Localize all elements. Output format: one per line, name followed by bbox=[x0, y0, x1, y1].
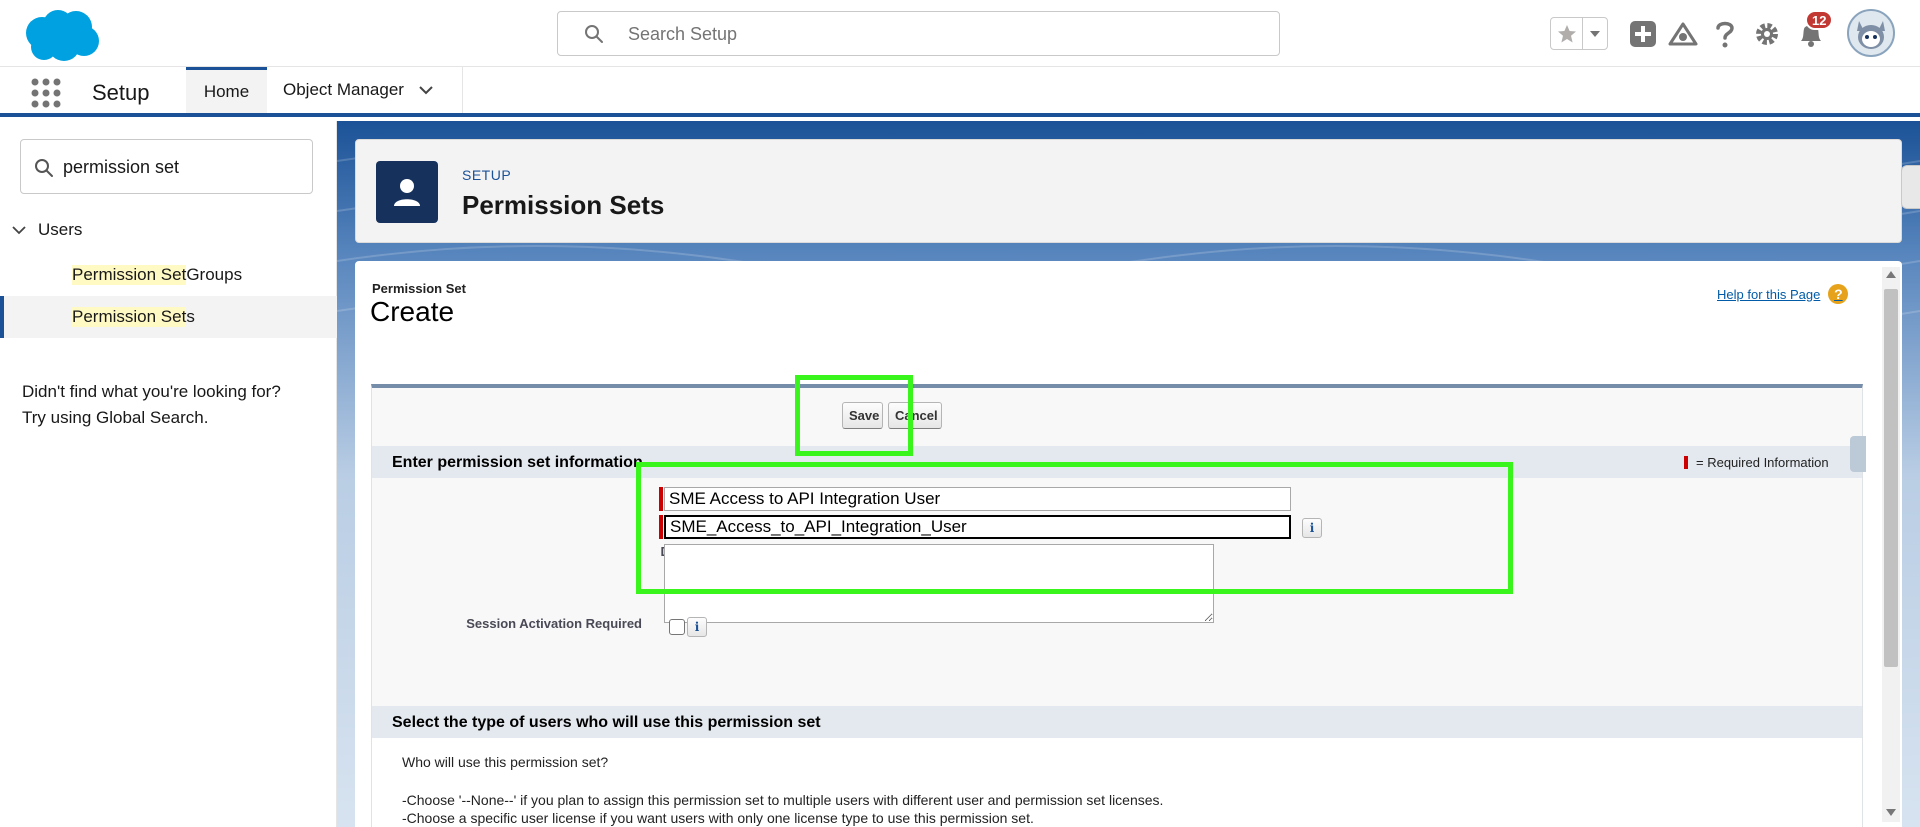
permission-set-form: Save Cancel Enter permission set informa… bbox=[371, 384, 1866, 827]
user-type-section: Who will use this permission set? -Choos… bbox=[372, 738, 1862, 827]
classic-content-frame: Permission Set Create Help for this Page… bbox=[355, 261, 1902, 827]
app-launcher-icon[interactable] bbox=[30, 77, 62, 109]
tab-home[interactable]: Home bbox=[186, 67, 267, 113]
api-name-input[interactable] bbox=[664, 515, 1291, 539]
global-header: 12 bbox=[0, 0, 1920, 67]
cancel-button[interactable]: Cancel bbox=[888, 402, 942, 429]
quick-find-input[interactable] bbox=[63, 154, 293, 180]
user-type-question: Who will use this permission set? bbox=[402, 754, 609, 770]
tree-node-users-label: Users bbox=[38, 220, 83, 239]
search-highlight: Permission Set bbox=[72, 265, 187, 285]
favorites-list-button[interactable] bbox=[1583, 18, 1607, 49]
astro-avatar-icon bbox=[1849, 11, 1893, 55]
scroll-up-arrow[interactable] bbox=[1886, 271, 1896, 278]
section-title: Select the type of users who will use th… bbox=[392, 714, 821, 731]
main-content-area: SETUP Permission Sets Permission Set Cre… bbox=[337, 121, 1920, 827]
trailhead-button[interactable] bbox=[1667, 18, 1699, 50]
search-highlight: Permission Set bbox=[72, 307, 187, 327]
permission-set-page-icon bbox=[376, 161, 438, 223]
user-icon bbox=[394, 179, 420, 206]
required-info-text: = Required Information bbox=[1696, 455, 1829, 470]
description-textarea[interactable] bbox=[664, 544, 1214, 623]
required-info-legend: = Required Information bbox=[1684, 455, 1829, 470]
page-eyebrow: SETUP bbox=[462, 167, 512, 183]
setup-gear-button[interactable] bbox=[1751, 18, 1783, 50]
global-search-box[interactable] bbox=[557, 11, 1280, 56]
search-icon bbox=[35, 159, 53, 177]
user-type-hint: -Choose a specific user license if you w… bbox=[402, 810, 1034, 826]
sidebar-item-label-rest: s bbox=[186, 307, 195, 326]
plus-icon bbox=[1630, 21, 1656, 47]
global-search-input[interactable] bbox=[628, 21, 1228, 47]
page-title: Permission Sets bbox=[462, 190, 665, 220]
side-panel-toggle[interactable] bbox=[1901, 165, 1920, 209]
setup-sidebar: Users Permission Set Groups Permission S… bbox=[0, 121, 337, 827]
button-row: Save Cancel bbox=[372, 388, 1862, 444]
not-found-line: Didn't find what you're looking for? bbox=[22, 382, 281, 401]
help-icon: ? bbox=[1828, 284, 1849, 304]
required-marker bbox=[659, 515, 663, 539]
label-input[interactable] bbox=[664, 487, 1291, 511]
session-activation-checkbox[interactable] bbox=[669, 619, 685, 635]
session-activation-field-label: Session Activation Required bbox=[466, 616, 642, 631]
favorites-button[interactable] bbox=[1551, 18, 1583, 49]
star-icon bbox=[1557, 24, 1576, 42]
section-collapse-tab[interactable] bbox=[1850, 436, 1866, 472]
tree-node-users[interactable]: Users bbox=[12, 220, 82, 240]
info-icon[interactable]: i bbox=[1302, 518, 1322, 538]
gear-icon bbox=[1756, 23, 1778, 45]
user-type-hint: -Choose '--None--' if you plan to assign… bbox=[402, 792, 1164, 808]
salesforce-cloud-logo[interactable] bbox=[20, 7, 102, 63]
chevron-down-icon[interactable] bbox=[12, 225, 26, 235]
chevron-down-icon[interactable] bbox=[418, 85, 434, 95]
favorites-group bbox=[1550, 17, 1608, 50]
scroll-thumb[interactable] bbox=[1884, 289, 1898, 667]
notification-count-badge: 12 bbox=[1805, 10, 1834, 30]
tab-home-label: Home bbox=[203, 81, 250, 101]
info-icon[interactable]: i bbox=[687, 617, 707, 637]
sidebar-item-label-rest: Groups bbox=[186, 265, 243, 284]
section-header-info: Enter permission set information = Requi… bbox=[372, 446, 1862, 478]
trailhead-icon bbox=[1668, 22, 1698, 46]
search-icon bbox=[585, 25, 603, 43]
sidebar-item-permission-set-groups[interactable]: Permission Set Groups bbox=[0, 254, 337, 296]
help-button[interactable] bbox=[1709, 18, 1741, 50]
quick-find-box[interactable] bbox=[20, 139, 313, 194]
global-actions-button[interactable] bbox=[1627, 18, 1659, 50]
chevron-down-icon bbox=[1590, 30, 1600, 37]
avatar[interactable] bbox=[1847, 9, 1895, 57]
section-header-user-type: Select the type of users who will use th… bbox=[372, 706, 1862, 738]
sidebar-item-permission-sets[interactable]: Permission Set s bbox=[0, 296, 337, 338]
content-scrollbar[interactable] bbox=[1882, 267, 1900, 822]
help-link-label: Help for this Page bbox=[1717, 286, 1821, 302]
tab-object-manager[interactable]: Object Manager bbox=[268, 67, 463, 113]
section-title: Enter permission set information bbox=[392, 454, 643, 471]
tab-object-manager-label: Object Manager bbox=[283, 80, 404, 99]
help-for-page-link[interactable]: Help for this Page ? bbox=[1717, 284, 1849, 304]
app-navigation-bar: Setup Home Object Manager bbox=[0, 67, 1920, 117]
scroll-down-arrow[interactable] bbox=[1886, 809, 1896, 816]
not-found-message: Didn't find what you're looking for? Try… bbox=[22, 379, 281, 431]
global-search-link[interactable]: Try using Global Search. bbox=[22, 408, 208, 427]
content-eyebrow: Permission Set bbox=[372, 281, 466, 296]
required-marker bbox=[659, 487, 663, 511]
required-marker bbox=[1684, 456, 1688, 469]
save-button[interactable]: Save bbox=[842, 402, 883, 429]
help-icon bbox=[1716, 21, 1734, 48]
page-header: SETUP Permission Sets bbox=[355, 139, 1902, 243]
content-title: Create bbox=[370, 296, 455, 327]
app-name: Setup bbox=[92, 80, 150, 105]
